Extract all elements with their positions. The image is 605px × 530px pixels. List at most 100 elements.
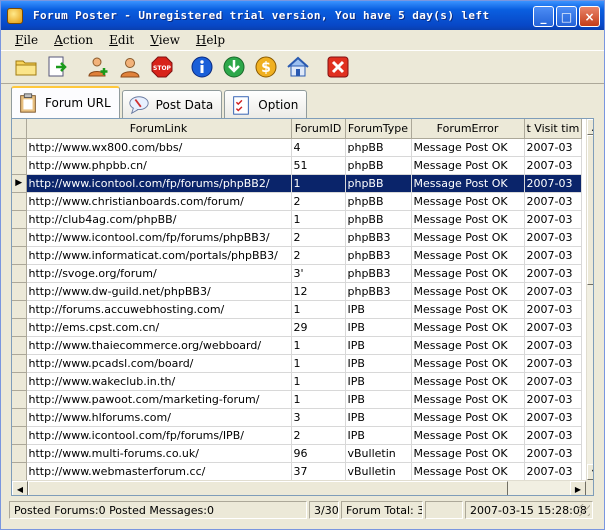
table-row[interactable]: http://www.pawoot.com/marketing-forum/1 I… (12, 390, 583, 409)
table-cell[interactable]: 12 (291, 282, 346, 301)
vertical-scroll-thumb[interactable] (587, 135, 593, 285)
table-cell[interactable]: IPB (345, 336, 412, 355)
table-cell[interactable]: http://www.christianboards.com/forum/ (26, 192, 292, 211)
table-cell[interactable]: Message Post OK (411, 336, 525, 355)
table-cell[interactable]: http://www.multi-forums.co.uk/ (26, 444, 292, 463)
column-header[interactable]: ForumType (345, 119, 412, 139)
table-cell[interactable]: 2007-03 (524, 138, 583, 157)
table-cell[interactable]: http://www.webmasterforum.cc/ (26, 462, 292, 481)
table-cell[interactable]: phpBB (345, 192, 412, 211)
table-cell[interactable]: phpBB (345, 138, 412, 157)
table-cell[interactable]: Message Post OK (411, 354, 525, 373)
table-cell[interactable]: 2007-03 (524, 318, 583, 337)
table-cell[interactable]: Message Post OK (411, 390, 525, 409)
table-cell[interactable]: Message Post OK (411, 156, 525, 175)
row-indicator[interactable] (12, 264, 27, 283)
table-cell[interactable]: http://ems.cpst.com.cn/ (26, 318, 292, 337)
table-cell[interactable]: http://www.pcadsl.com/board/ (26, 354, 292, 373)
row-indicator[interactable] (12, 210, 27, 229)
table-cell[interactable]: Message Post OK (411, 174, 525, 193)
row-indicator[interactable] (12, 372, 27, 391)
table-cell[interactable]: 1 (291, 210, 346, 229)
table-cell[interactable]: 2007-03 (524, 210, 583, 229)
table-cell[interactable]: phpBB3 (345, 228, 412, 247)
tab-option[interactable]: Option (224, 90, 308, 118)
table-cell[interactable]: Message Post OK (411, 408, 525, 427)
table-cell[interactable]: 2007-03 (524, 390, 583, 409)
table-cell[interactable]: 1 (291, 300, 346, 319)
table-cell[interactable]: http://www.thaiecommerce.org/webboard/ (26, 336, 292, 355)
menu-edit[interactable]: Edit (101, 33, 142, 47)
open-folder-icon[interactable] (11, 52, 41, 82)
download-icon[interactable] (219, 52, 249, 82)
table-cell[interactable]: 29 (291, 318, 346, 337)
table-cell[interactable]: 2007-03 (524, 354, 583, 373)
table-cell[interactable]: phpBB3 (345, 264, 412, 283)
table-cell[interactable]: phpBB (345, 156, 412, 175)
table-row[interactable]: http://www.hlforums.com/3 IPB Message Post… (12, 408, 583, 427)
table-cell[interactable]: http://www.wx800.com/bbs/ (26, 138, 292, 157)
table-cell[interactable]: 3 (291, 408, 346, 427)
table-row[interactable]: http://www.icontool.com/fp/forums/IPB/2 I… (12, 426, 583, 445)
table-cell[interactable]: vBulletin (345, 444, 412, 463)
table-cell[interactable]: 2007-03 (524, 426, 583, 445)
home-icon[interactable] (283, 52, 313, 82)
table-cell[interactable]: Message Post OK (411, 462, 525, 481)
table-row[interactable]: http://www.christianboards.com/forum/2 ph… (12, 192, 583, 211)
export-icon[interactable] (43, 52, 73, 82)
table-cell[interactable]: IPB (345, 318, 412, 337)
table-cell[interactable]: 2 (291, 228, 346, 247)
table-row[interactable]: http://club4ag.com/phpBB/1 phpBB Message P… (12, 210, 583, 229)
table-cell[interactable]: phpBB3 (345, 246, 412, 265)
table-cell[interactable]: http://www.pawoot.com/marketing-forum/ (26, 390, 292, 409)
column-header[interactable]: ForumLink (26, 119, 292, 139)
table-row[interactable]: http://www.wakeclub.in.th/1 IPB Message Po… (12, 372, 583, 391)
maximize-button[interactable]: □ (556, 6, 577, 27)
table-cell[interactable]: 2007-03 (524, 408, 583, 427)
row-indicator[interactable] (12, 192, 27, 211)
tab-forum-url[interactable]: Forum URL (11, 86, 120, 118)
table-cell[interactable]: 37 (291, 462, 346, 481)
row-indicator[interactable] (12, 462, 27, 481)
row-indicator[interactable] (12, 246, 27, 265)
row-indicator[interactable] (12, 300, 27, 319)
table-cell[interactable]: IPB (345, 426, 412, 445)
horizontal-scrollbar[interactable]: ◀ ▶ (12, 480, 586, 495)
table-cell[interactable]: Message Post OK (411, 264, 525, 283)
row-indicator[interactable] (12, 354, 27, 373)
table-cell[interactable]: http://club4ag.com/phpBB/ (26, 210, 292, 229)
table-cell[interactable]: http://svoge.org/forum/ (26, 264, 292, 283)
scroll-right-button[interactable]: ▶ (570, 481, 586, 495)
row-indicator[interactable]: ▶ (12, 174, 27, 193)
menu-file[interactable]: File (7, 33, 46, 47)
scroll-left-button[interactable]: ◀ (12, 481, 28, 495)
table-cell[interactable]: 1 (291, 390, 346, 409)
table-cell[interactable]: 1 (291, 174, 346, 193)
table-row[interactable]: ▶ http://www.icontool.com/fp/forums/phpBB… (12, 174, 583, 193)
tab-post-data[interactable]: Post Data (121, 90, 223, 118)
table-row[interactable]: http://www.dw-guild.net/phpBB3/12 phpBB3 M… (12, 282, 583, 301)
table-cell[interactable]: 2007-03 (524, 192, 583, 211)
row-indicator[interactable] (12, 426, 27, 445)
table-cell[interactable]: http://www.icontool.com/fp/forums/IPB/ (26, 426, 292, 445)
table-cell[interactable]: 2007-03 (524, 264, 583, 283)
table-cell[interactable]: Message Post OK (411, 282, 525, 301)
scroll-up-button[interactable]: ▲ (587, 119, 593, 135)
table-cell[interactable]: http://www.dw-guild.net/phpBB3/ (26, 282, 292, 301)
table-cell[interactable]: IPB (345, 408, 412, 427)
table-cell[interactable]: 2 (291, 192, 346, 211)
user-icon[interactable] (115, 52, 145, 82)
table-cell[interactable]: 2007-03 (524, 372, 583, 391)
table-cell[interactable]: 2007-03 (524, 246, 583, 265)
table-cell[interactable]: IPB (345, 372, 412, 391)
table-cell[interactable]: 2007-03 (524, 174, 583, 193)
column-header[interactable]: ForumID (291, 119, 346, 139)
table-cell[interactable]: 2 (291, 246, 346, 265)
menu-help[interactable]: Help (188, 33, 233, 47)
table-cell[interactable]: http://www.icontool.com/fp/forums/phpBB2… (26, 174, 292, 193)
table-cell[interactable]: 3' (291, 264, 346, 283)
menu-action[interactable]: Action (46, 33, 101, 47)
table-row[interactable]: http://www.informaticat.com/portals/phpB… (12, 246, 583, 265)
table-cell[interactable]: Message Post OK (411, 210, 525, 229)
scroll-down-button[interactable]: ▼ (587, 464, 593, 480)
